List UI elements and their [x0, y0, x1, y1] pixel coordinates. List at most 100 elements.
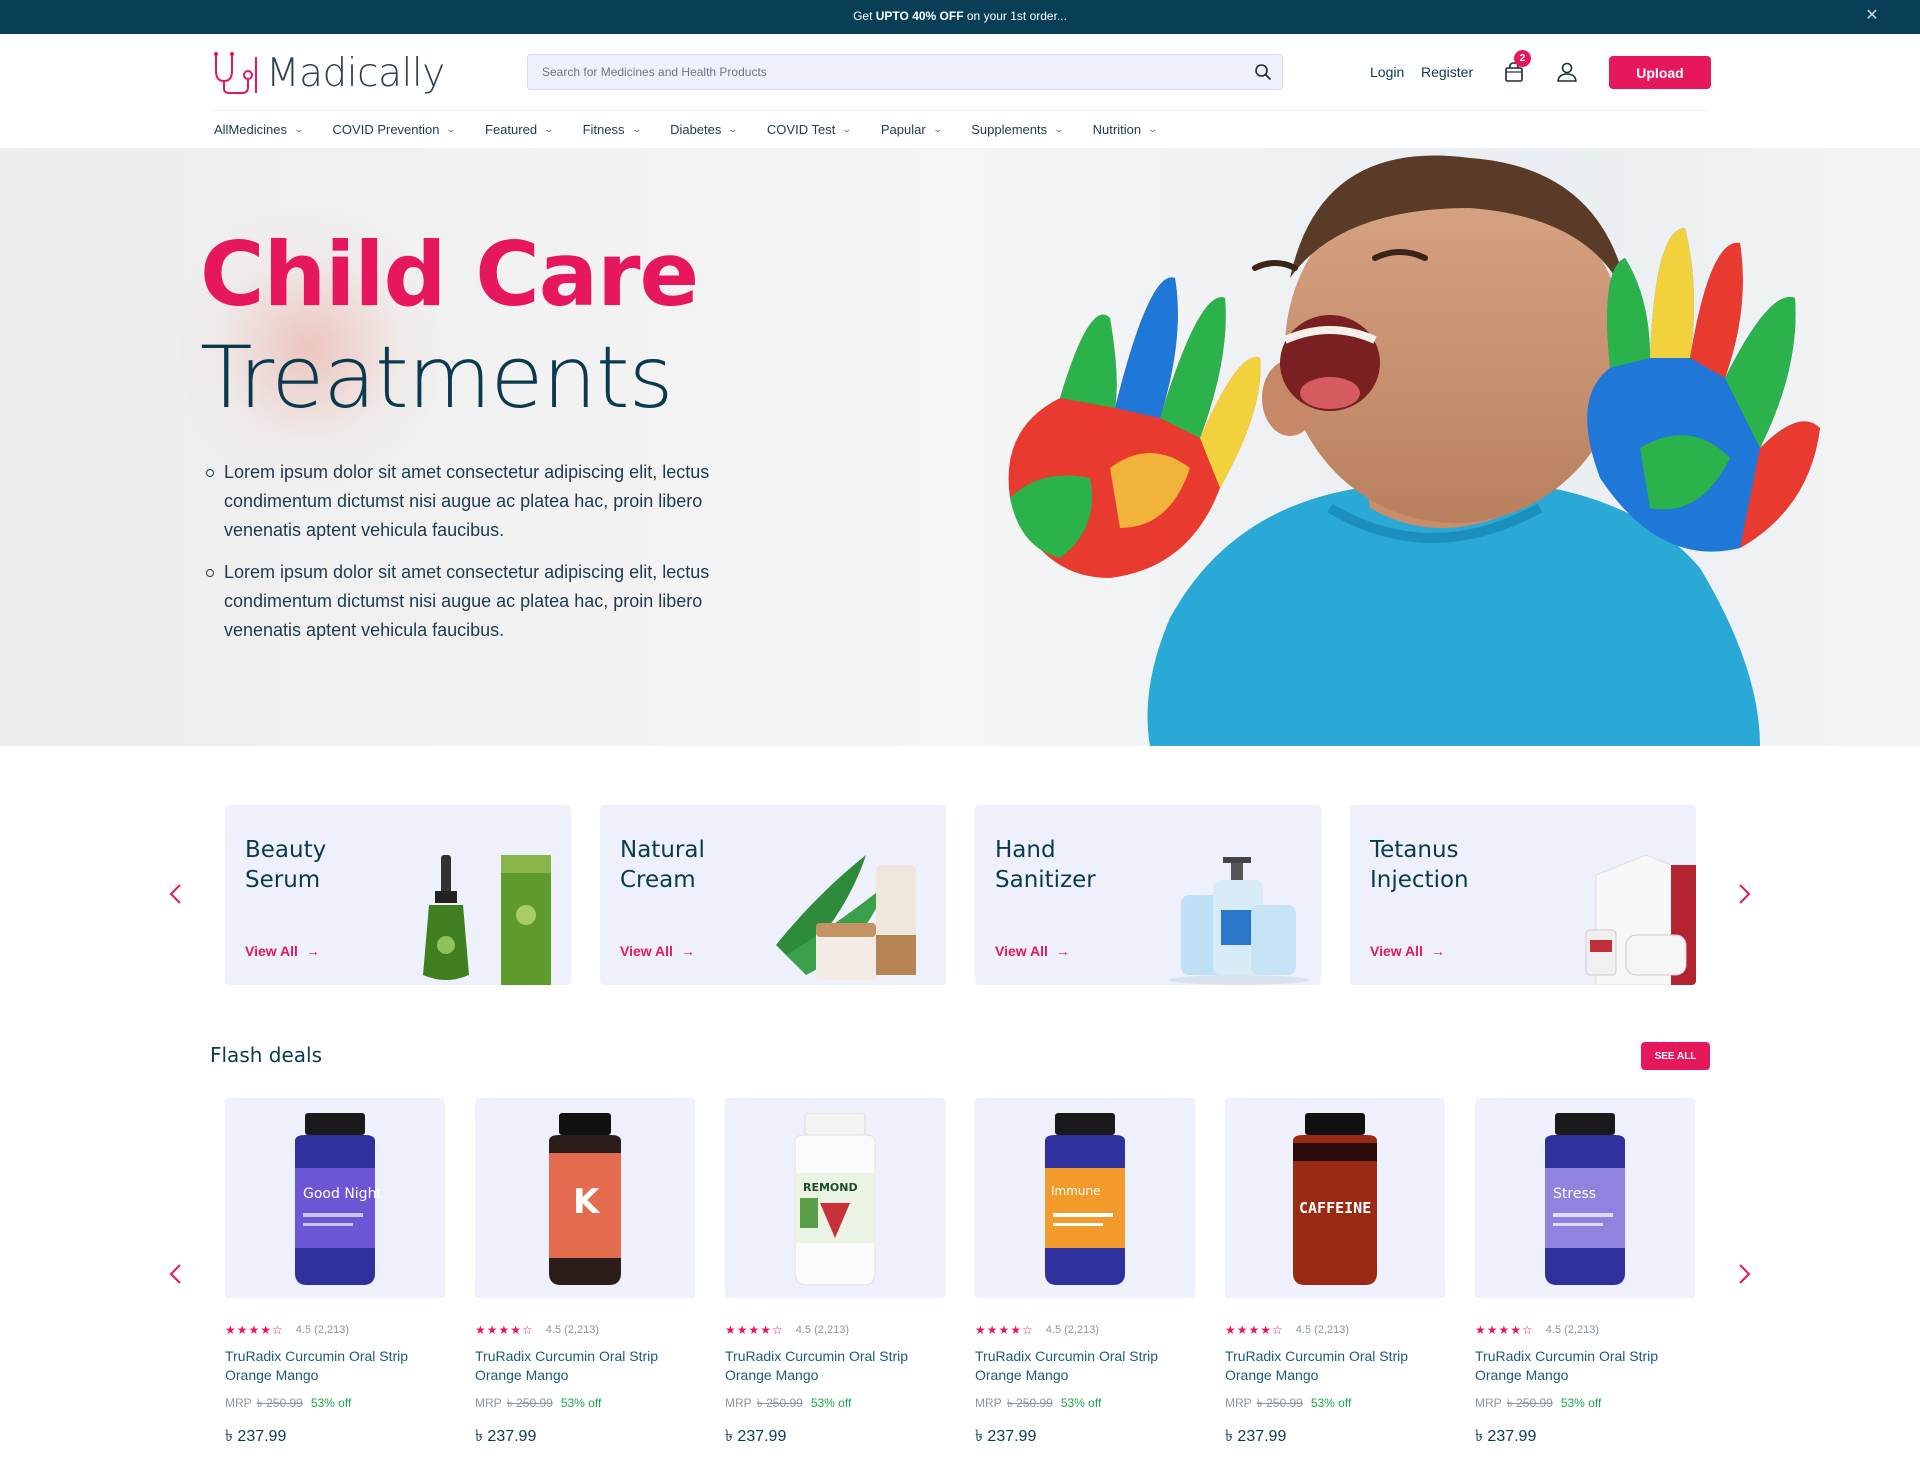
view-all-link[interactable]: View All → — [995, 943, 1070, 959]
product-price: ৳ 237.99 — [1475, 1428, 1537, 1445]
discount-text: 53% off — [810, 1396, 852, 1410]
product-price: ৳ 237.99 — [475, 1428, 537, 1445]
close-icon[interactable]: ✕ — [1864, 8, 1880, 24]
star-icon: ★★★★☆ — [225, 1323, 284, 1337]
product-image[interactable]: K — [475, 1098, 695, 1298]
chevron-left-icon[interactable] — [164, 1262, 188, 1286]
product-name[interactable]: TruRadix Curcumin Oral Strip Orange Mang… — [1225, 1347, 1445, 1385]
mrp-price: ৳ 250.99 — [506, 1396, 553, 1410]
arrow-right-icon: → — [680, 943, 695, 959]
view-all-label: View All — [995, 943, 1048, 959]
category-title: Hand Sanitizer — [995, 837, 1096, 893]
nav-label: Nutrition — [1092, 122, 1142, 137]
rating-text: 4.5 (2,213) — [545, 1324, 599, 1336]
category-card-beauty-serum[interactable]: Beauty Serum View All → — [225, 805, 571, 985]
mrp-label: MRP — [975, 1396, 1002, 1410]
view-all-label: View All — [245, 943, 298, 959]
product-card[interactable]: K ★★★★☆ 4.5 (2,213) TruRadix Curcumin Ora… — [475, 1098, 695, 1450]
supplement-bottle-image: REMOND — [794, 1113, 876, 1286]
chevron-down-icon: ⌄ — [631, 124, 642, 134]
product-card[interactable]: REMOND ★★★★☆ 4.5 (2,213) TruRadix Curcumi… — [725, 1098, 945, 1450]
product-image[interactable]: REMOND — [725, 1098, 945, 1298]
register-link[interactable]: Register — [1421, 64, 1473, 80]
product-image[interactable]: Immune — [975, 1098, 1195, 1298]
cream-jar-image — [776, 855, 916, 980]
star-icon: ★★★★☆ — [725, 1323, 784, 1337]
nav-item-covid-test[interactable]: COVID Test ⌄ — [767, 122, 852, 137]
nav-label: Diabetes — [670, 122, 722, 137]
product-name[interactable]: TruRadix Curcumin Oral Strip Orange Mang… — [725, 1347, 945, 1385]
mrp-row: MRP ৳ 250.99 53% off — [475, 1395, 695, 1415]
star-icon: ★★★★☆ — [475, 1323, 534, 1337]
mrp-price: ৳ 250.99 — [1006, 1396, 1053, 1410]
category-card-natural-cream[interactable]: Natural Cream View All → — [600, 805, 946, 985]
nav-item-nutrition[interactable]: Nutrition ⌄ — [1092, 122, 1158, 137]
category-title: Natural Cream — [620, 837, 705, 893]
discount-text: 53% off — [1060, 1396, 1102, 1410]
user-icon[interactable] — [1555, 60, 1579, 84]
product-name[interactable]: TruRadix Curcumin Oral Strip Orange Mang… — [225, 1347, 445, 1385]
chevron-right-icon[interactable] — [1732, 882, 1756, 906]
product-image[interactable]: Good Night — [225, 1098, 445, 1298]
login-link[interactable]: Login — [1370, 64, 1404, 80]
product-card[interactable]: Immune ★★★★☆ 4.5 (2,213) TruRadix Curcumi… — [975, 1098, 1195, 1450]
see-all-button[interactable]: SEE ALL — [1641, 1042, 1710, 1070]
nav-item-diabetes[interactable]: Diabetes ⌄ — [670, 122, 739, 137]
painted-right-hand — [1587, 228, 1820, 552]
view-all-link[interactable]: View All → — [620, 943, 695, 959]
supplement-bottle-image: Good Night — [295, 1113, 382, 1285]
svg-text:K: K — [573, 1182, 601, 1222]
search-input[interactable] — [542, 55, 1222, 89]
product-rating: ★★★★☆ 4.5 (2,213) — [725, 1323, 945, 1337]
chevron-down-icon: ⌄ — [445, 124, 457, 134]
category-card-tetanus-injection[interactable]: Tetanus Injection View All → — [1350, 805, 1696, 985]
nav-label: Featured — [485, 122, 538, 137]
view-all-link[interactable]: View All → — [1370, 943, 1445, 959]
mrp-row: MRP ৳ 250.99 53% off — [975, 1395, 1195, 1415]
mrp-label: MRP — [1225, 1396, 1252, 1410]
logo[interactable]: Madically — [210, 48, 445, 98]
product-name[interactable]: TruRadix Curcumin Oral Strip Orange Mang… — [475, 1347, 695, 1385]
rating-text: 4.5 (2,213) — [295, 1324, 349, 1336]
product-name[interactable]: TruRadix Curcumin Oral Strip Orange Mang… — [1475, 1347, 1695, 1385]
chevron-right-icon[interactable] — [1732, 1262, 1756, 1286]
nav-item-covid-prevention[interactable]: COVID Prevention ⌄ — [333, 122, 457, 137]
product-name[interactable]: TruRadix Curcumin Oral Strip Orange Mang… — [975, 1347, 1195, 1385]
painted-left-hand — [1008, 277, 1261, 578]
category-card-hand-sanitizer[interactable]: Hand Sanitizer View All → — [975, 805, 1321, 985]
rating-text: 4.5 (2,213) — [1295, 1324, 1349, 1336]
product-card[interactable]: Stress ★★★★☆ 4.5 (2,213) TruRadix Curcumi… — [1475, 1098, 1695, 1450]
svg-text:REMOND: REMOND — [803, 1181, 858, 1194]
mrp-price: ৳ 250.99 — [256, 1396, 303, 1410]
product-image[interactable]: CAFFEINE — [1225, 1098, 1445, 1298]
nav-label: Supplements — [971, 122, 1048, 137]
view-all-label: View All — [1370, 943, 1423, 959]
nav-item-allmedicines[interactable]: AllMedicines ⌄ — [214, 122, 304, 137]
discount-text: 53% off — [310, 1396, 352, 1410]
product-rating: ★★★★☆ 4.5 (2,213) — [1225, 1323, 1445, 1337]
nav-item-supplements[interactable]: Supplements ⌄ — [971, 122, 1064, 137]
product-rating: ★★★★☆ 4.5 (2,213) — [1475, 1323, 1695, 1337]
supplement-bottle-image: CAFFEINE — [1293, 1113, 1377, 1285]
product-card[interactable]: Good Night ★★★★☆ 4.5 (2,213) TruRadix Cur… — [225, 1098, 445, 1450]
upload-button[interactable]: Upload — [1609, 56, 1711, 89]
nav-item-papular[interactable]: Papular ⌄ — [881, 122, 943, 137]
star-icon: ★★★★☆ — [975, 1323, 1034, 1337]
product-price: ৳ 237.99 — [1225, 1428, 1287, 1445]
chevron-down-icon: ⌄ — [727, 124, 739, 134]
chevron-left-icon[interactable] — [164, 882, 188, 906]
search-icon[interactable] — [1254, 63, 1272, 81]
nav-item-fitness[interactable]: Fitness ⌄ — [582, 122, 642, 137]
nav-item-featured[interactable]: Featured ⌄ — [485, 122, 554, 137]
category-title: Tetanus Injection — [1370, 837, 1469, 893]
view-all-link[interactable]: View All → — [245, 943, 320, 959]
nav-label: Fitness — [582, 122, 625, 137]
supplement-bottle-image: Stress — [1545, 1113, 1625, 1285]
arrow-right-icon: → — [1430, 943, 1445, 959]
svg-text:Immune: Immune — [1051, 1184, 1101, 1198]
arrow-right-icon: → — [1055, 943, 1070, 959]
product-card[interactable]: CAFFEINE ★★★★☆ 4.5 (2,213) TruRadix Curcu… — [1225, 1098, 1445, 1450]
discount-text: 53% off — [1310, 1396, 1352, 1410]
product-image[interactable]: Stress — [1475, 1098, 1695, 1298]
nav-label: AllMedicines — [214, 122, 287, 137]
